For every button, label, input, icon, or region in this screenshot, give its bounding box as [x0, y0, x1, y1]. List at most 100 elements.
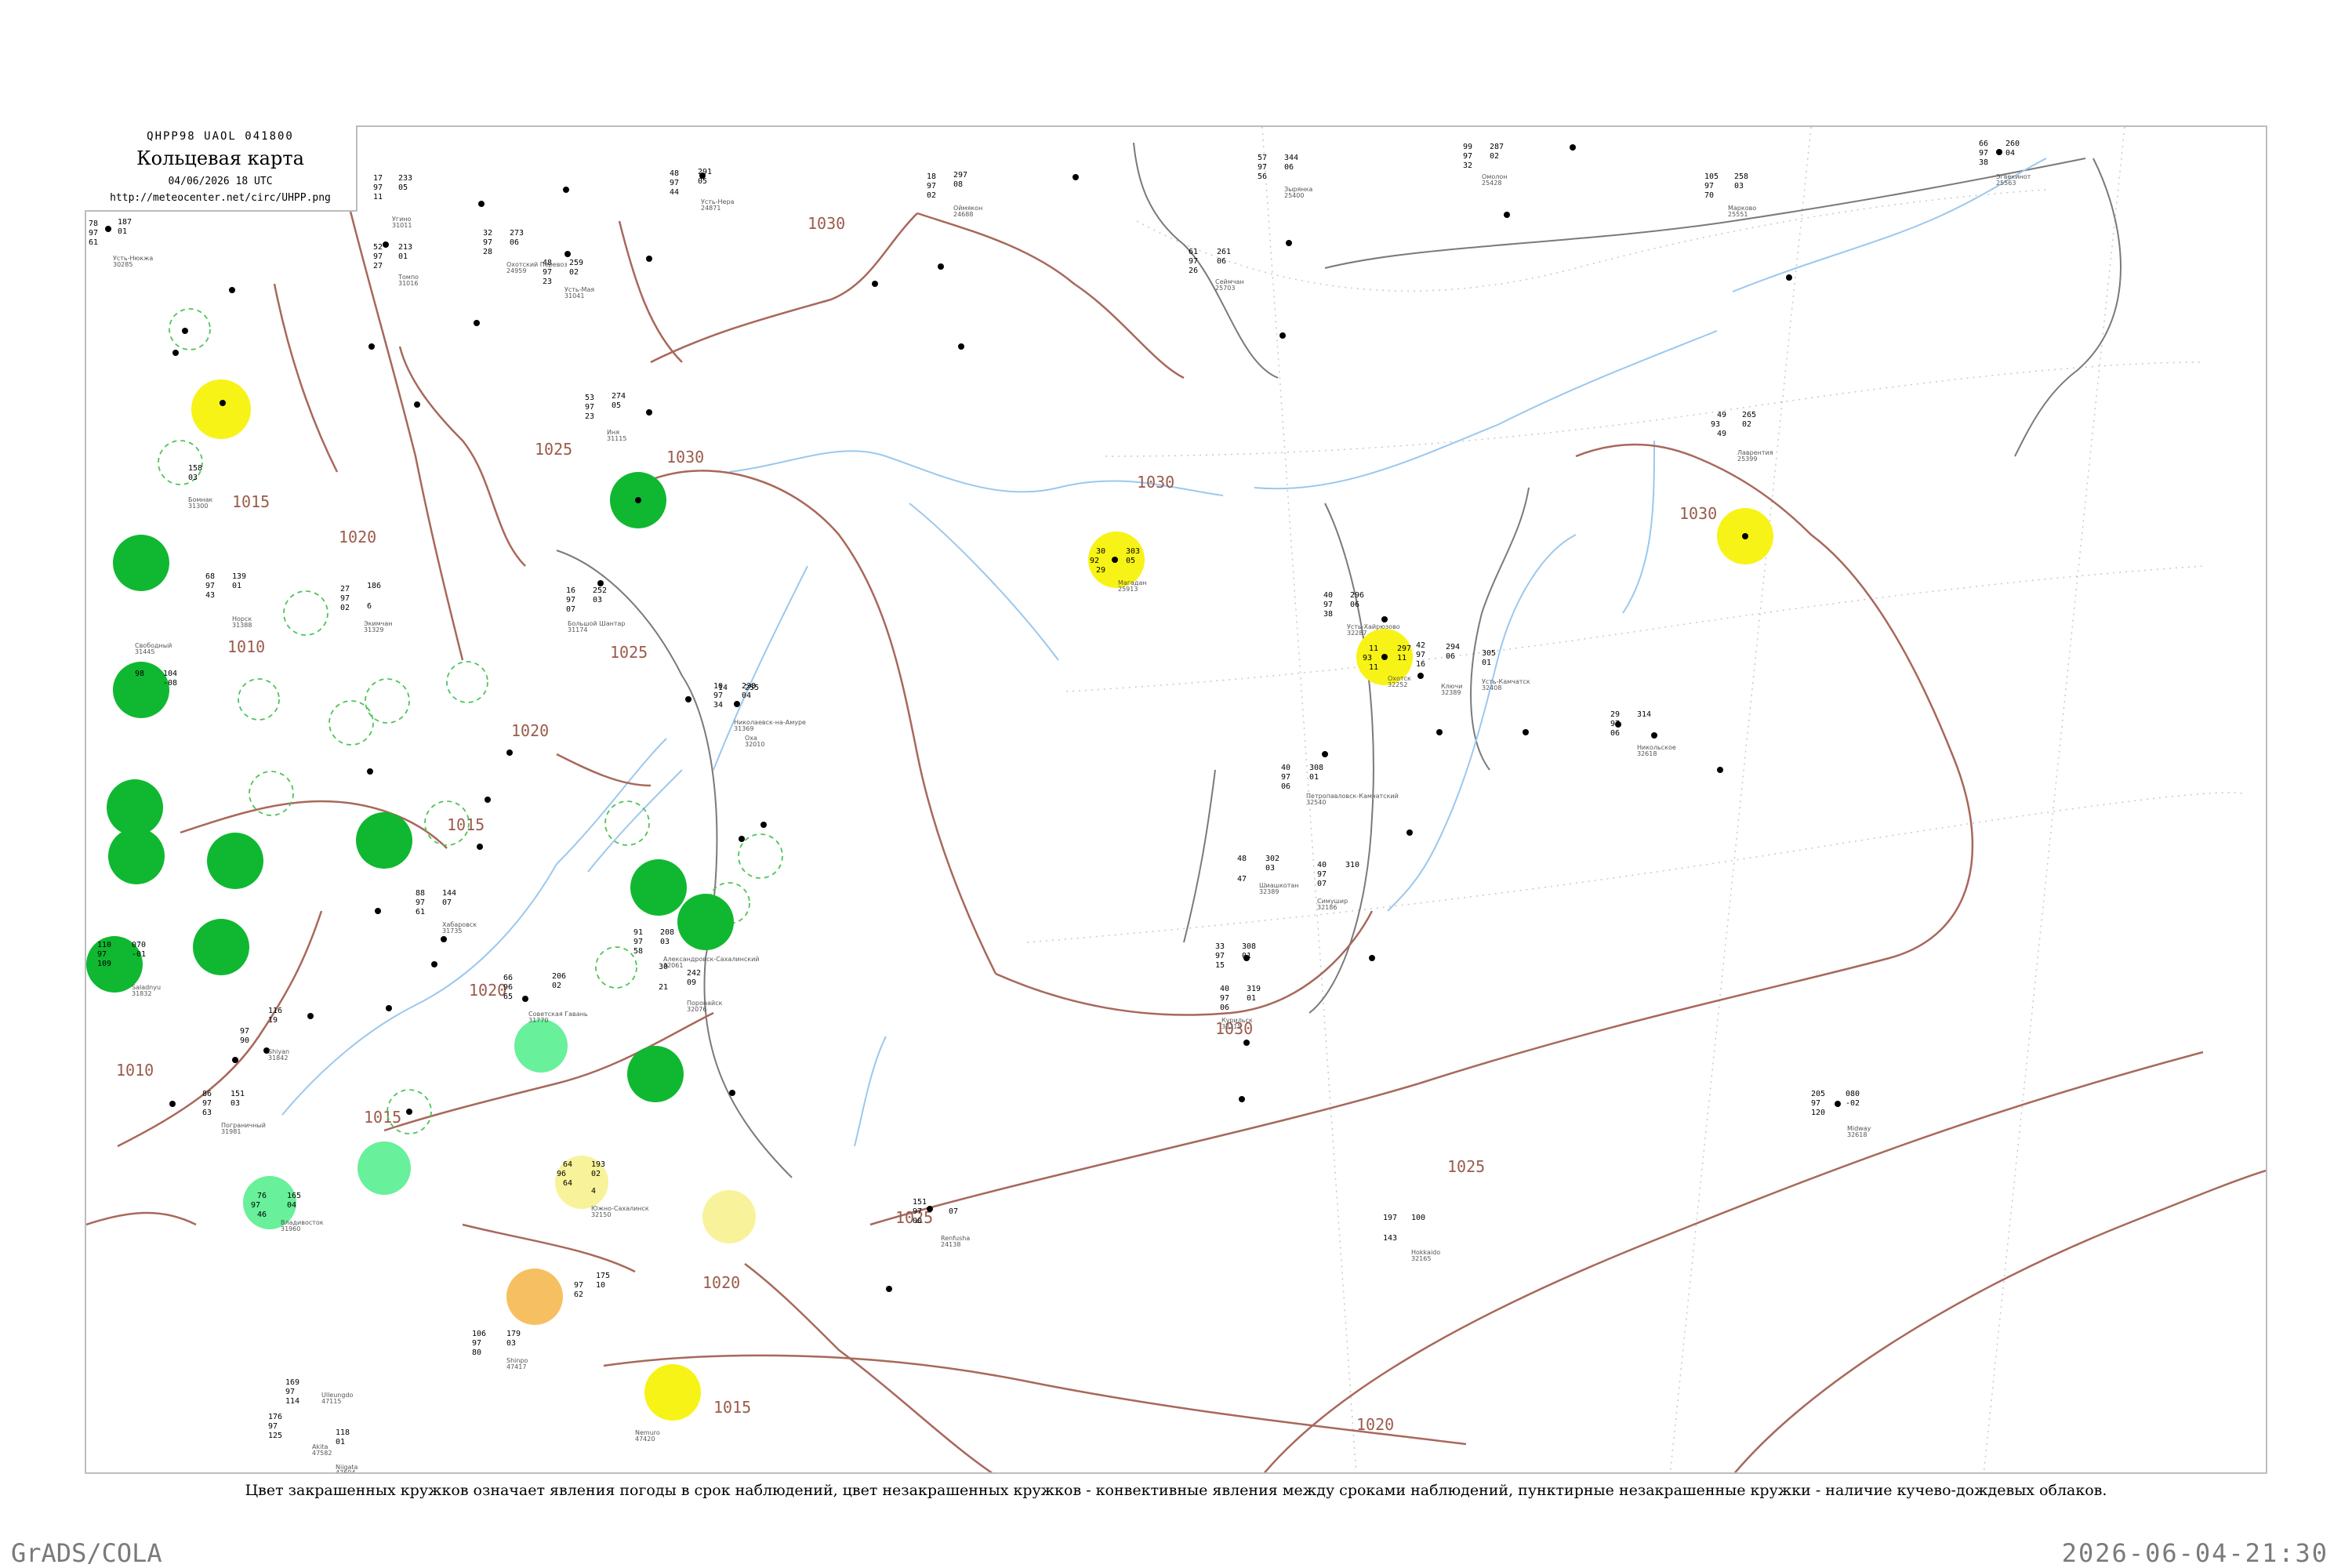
svg-text:07: 07 [566, 605, 575, 614]
circle-rain-dark [627, 1046, 684, 1102]
svg-text:64: 64 [563, 1179, 572, 1188]
svg-text:110: 110 [97, 941, 111, 949]
svg-text:-08: -08 [163, 679, 177, 688]
svg-text:06: 06 [1220, 1004, 1229, 1012]
station-plot: 29 97 06 314 Никольское 32618 [1610, 710, 1676, 757]
svg-text:255: 255 [745, 684, 759, 692]
svg-text:32408: 32408 [1482, 684, 1501, 691]
circle-rain-dark [207, 833, 263, 889]
svg-text:61: 61 [416, 908, 425, 916]
svg-text:31016: 31016 [398, 280, 418, 287]
svg-text:96: 96 [503, 983, 513, 992]
svg-text:47582: 47582 [312, 1450, 332, 1457]
svg-text:176: 176 [268, 1413, 282, 1421]
svg-text:97: 97 [1979, 149, 1988, 158]
svg-text:308: 308 [1309, 764, 1323, 772]
rivers [281, 158, 2047, 1147]
svg-text:06: 06 [1446, 652, 1455, 661]
svg-text:99: 99 [1463, 143, 1472, 151]
source-url[interactable]: http://meteocenter.net/circ/UHPP.png [85, 192, 356, 204]
svg-text:31770: 31770 [528, 1017, 548, 1024]
svg-text:23: 23 [585, 412, 594, 421]
svg-text:265: 265 [1742, 411, 1756, 419]
isobar-label: 1025 [535, 440, 572, 459]
svg-text:33: 33 [1215, 942, 1225, 951]
svg-text:02: 02 [1490, 152, 1499, 161]
svg-text:07: 07 [442, 898, 452, 907]
weather-map: 1030 1030 1030 1030 1030 1025 1025 1025 … [86, 127, 2266, 1472]
station-plot: 30 21 242 09 Поронайск 32076 [659, 963, 723, 1013]
isobar-label: 1025 [1447, 1157, 1485, 1176]
svg-text:30: 30 [1096, 547, 1105, 556]
station-plots: 78 97 61 187 01 Усть-Нюкжа 30285 17 97 1… [89, 140, 2031, 1472]
svg-text:80: 80 [472, 1348, 481, 1357]
svg-text:64: 64 [563, 1160, 572, 1169]
svg-text:169: 169 [285, 1378, 299, 1387]
isobar-label: 1015 [232, 492, 270, 511]
svg-text:58: 58 [633, 947, 643, 956]
svg-text:31832: 31832 [132, 990, 151, 997]
station-plot: 40 97 06 319 01 Курильск 32215 [1220, 985, 1261, 1030]
svg-text:206: 206 [552, 972, 566, 981]
svg-text:98: 98 [135, 670, 144, 678]
svg-text:25563: 25563 [1996, 180, 2016, 187]
svg-text:49: 49 [1717, 411, 1726, 419]
svg-text:25703: 25703 [1215, 285, 1235, 292]
svg-text:32540: 32540 [1306, 799, 1326, 806]
svg-text:97: 97 [1811, 1099, 1820, 1108]
svg-text:31011: 31011 [392, 222, 412, 229]
svg-text:05: 05 [612, 401, 621, 410]
svg-text:18: 18 [927, 172, 936, 181]
svg-text:43: 43 [205, 591, 215, 600]
station-plot: 118 01 Niigata 47604 [336, 1428, 358, 1472]
svg-text:96: 96 [557, 1170, 566, 1178]
svg-text:01: 01 [1247, 994, 1256, 1003]
isobar-label: 1025 [610, 643, 648, 662]
svg-text:06: 06 [510, 238, 519, 247]
software-credit: GrADS/COLA [11, 1538, 162, 1568]
svg-text:297: 297 [1397, 644, 1411, 653]
svg-text:310: 310 [1345, 861, 1359, 869]
svg-text:31115: 31115 [607, 435, 626, 442]
svg-text:97: 97 [240, 1027, 249, 1036]
svg-text:76: 76 [257, 1192, 267, 1200]
svg-text:78: 78 [89, 220, 98, 228]
svg-text:97: 97 [97, 950, 107, 959]
svg-text:32389: 32389 [1441, 689, 1461, 696]
circle-haze [702, 1190, 756, 1243]
station-plot: 305 01 Усть-Камчатск 32408 [1482, 649, 1530, 691]
svg-text:32287: 32287 [1347, 630, 1367, 637]
svg-text:21: 21 [659, 983, 668, 992]
svg-text:32618: 32618 [1637, 750, 1657, 757]
svg-text:48: 48 [1237, 855, 1247, 863]
svg-text:158: 158 [188, 464, 202, 473]
station-plot: 17 97 11 233 05 Угино 31011 [373, 174, 412, 229]
map-frame: 1030 1030 1030 1030 1030 1025 1025 1025 … [85, 125, 2267, 1474]
svg-text:305: 305 [1482, 649, 1496, 658]
svg-text:106: 106 [472, 1330, 486, 1338]
svg-text:32150: 32150 [591, 1211, 611, 1218]
circle-rain-light [358, 1142, 411, 1195]
svg-text:97: 97 [670, 179, 679, 187]
svg-text:49: 49 [1717, 430, 1726, 438]
svg-text:32: 32 [483, 229, 492, 238]
station-plot: 68 97 43 139 01 Норск 31388 [205, 572, 252, 629]
svg-text:-01: -01 [132, 950, 146, 959]
station-plot: 99 97 32 287 02 Омолон 25428 [1463, 143, 1507, 187]
svg-text:31300: 31300 [188, 503, 208, 510]
svg-text:25551: 25551 [1728, 211, 1748, 218]
svg-text:303: 303 [1126, 547, 1140, 556]
svg-text:4: 4 [591, 1187, 596, 1196]
svg-text:308: 308 [1242, 942, 1256, 951]
svg-text:91: 91 [633, 928, 643, 937]
svg-text:05: 05 [698, 177, 707, 186]
station-plot: 42 97 16 294 06 Ключи 32389 [1416, 641, 1462, 696]
station-plot: 52 97 27 213 01 Томпо 31016 [373, 243, 419, 287]
svg-text:52: 52 [373, 243, 383, 252]
svg-text:186: 186 [367, 582, 381, 590]
svg-text:04: 04 [287, 1201, 296, 1210]
svg-text:06: 06 [1284, 163, 1294, 172]
svg-text:319: 319 [1247, 985, 1261, 993]
svg-text:01: 01 [336, 1438, 345, 1446]
svg-text:31329: 31329 [364, 626, 383, 633]
